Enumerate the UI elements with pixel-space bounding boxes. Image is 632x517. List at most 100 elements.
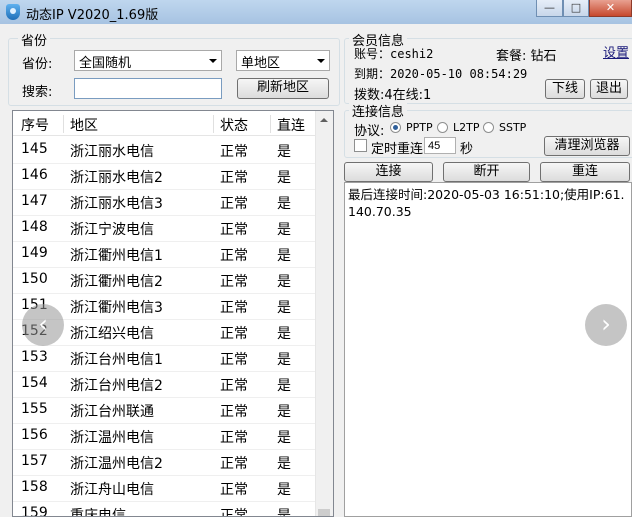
row-index: 159 <box>21 505 48 517</box>
title-bar: 动态IP V2020_1.69版 — □ ✕ <box>0 0 632 24</box>
row-region: 浙江绍兴电信 <box>70 326 154 342</box>
row-index: 153 <box>21 349 48 365</box>
province-group-title: 省份 <box>18 30 51 49</box>
list-header: 序号 地区 状态 直连 <box>13 111 317 136</box>
row-status: 正常 <box>220 170 248 186</box>
row-region: 浙江衢州电信2 <box>70 274 163 290</box>
region-mode-select[interactable]: 单地区 <box>236 50 330 71</box>
expiry-text: 到期：2020-05-10 08:54:29 <box>354 67 528 81</box>
column-header-index[interactable]: 序号 <box>21 115 49 135</box>
timer-reconnect-checkbox[interactable] <box>354 139 367 152</box>
row-status: 正常 <box>220 456 248 472</box>
table-row[interactable]: 156 浙江温州电信 正常 是 <box>13 423 317 450</box>
row-status: 正常 <box>220 404 248 420</box>
row-direct: 是 <box>277 144 291 160</box>
table-row[interactable]: 155 浙江台州联通 正常 是 <box>13 397 317 424</box>
row-region: 浙江温州电信2 <box>70 456 163 472</box>
connection-group-title: 连接信息 <box>349 101 408 120</box>
row-region: 浙江台州电信2 <box>70 378 163 394</box>
radio-l2tp[interactable] <box>437 122 448 133</box>
row-region: 重庆电信 <box>70 508 126 517</box>
chevron-down-icon <box>313 51 329 70</box>
row-index: 158 <box>21 479 48 495</box>
row-direct: 是 <box>277 456 291 472</box>
table-row[interactable]: 149 浙江衢州电信1 正常 是 <box>13 241 317 268</box>
row-status: 正常 <box>220 352 248 368</box>
row-index: 145 <box>21 141 48 157</box>
table-row[interactable]: 146 浙江丽水电信2 正常 是 <box>13 163 317 190</box>
row-index: 155 <box>21 401 48 417</box>
row-index: 157 <box>21 453 48 469</box>
chevron-left-icon: ‹ <box>38 310 48 338</box>
table-row[interactable]: 153 浙江台州电信1 正常 是 <box>13 345 317 372</box>
row-region: 浙江衢州电信3 <box>70 300 163 316</box>
table-row[interactable]: 148 浙江宁波电信 正常 是 <box>13 215 317 242</box>
exit-button[interactable]: 退出 <box>590 79 628 99</box>
row-direct: 是 <box>277 430 291 446</box>
row-status: 正常 <box>220 482 248 498</box>
column-header-direct[interactable]: 直连 <box>277 115 305 135</box>
clear-browser-button[interactable]: 清理浏览器 <box>544 136 630 156</box>
next-image-button[interactable]: › <box>585 304 627 346</box>
column-header-region[interactable]: 地区 <box>70 115 98 135</box>
disconnect-button[interactable]: 断开 <box>443 162 530 182</box>
table-row[interactable]: 145 浙江丽水电信 正常 是 <box>13 137 317 164</box>
chevron-right-icon: › <box>601 310 611 338</box>
timer-seconds-input[interactable] <box>424 137 456 154</box>
row-region: 浙江丽水电信 <box>70 144 154 160</box>
row-direct: 是 <box>277 170 291 186</box>
row-region: 浙江台州联通 <box>70 404 154 420</box>
settings-link[interactable]: 设置 <box>603 42 629 61</box>
chevron-down-icon <box>205 51 221 70</box>
connection-log: 最后连接时间:2020-05-03 16:51:10;使用IP:61.140.7… <box>344 182 632 517</box>
row-direct: 是 <box>277 274 291 290</box>
radio-sstp[interactable] <box>483 122 494 133</box>
maximize-button[interactable]: □ <box>563 0 589 17</box>
minimize-button[interactable]: — <box>536 0 563 17</box>
province-select-value: 全国随机 <box>79 56 132 71</box>
row-direct: 是 <box>277 196 291 212</box>
table-row[interactable]: 154 浙江台州电信2 正常 是 <box>13 371 317 398</box>
row-status: 正常 <box>220 508 248 517</box>
list-scrollbar[interactable] <box>315 111 333 516</box>
timer-unit-label: 秒 <box>460 142 474 157</box>
row-status: 正常 <box>220 326 248 342</box>
radio-pptp[interactable] <box>390 122 401 133</box>
row-direct: 是 <box>277 326 291 342</box>
app-shield-icon <box>6 4 20 20</box>
row-index: 147 <box>21 193 48 209</box>
scrollbar-thumb[interactable] <box>318 509 330 516</box>
row-region: 浙江衢州电信1 <box>70 248 163 264</box>
connect-button[interactable]: 连接 <box>344 162 433 182</box>
row-index: 154 <box>21 375 48 391</box>
row-direct: 是 <box>277 508 291 517</box>
region-mode-value: 单地区 <box>241 56 281 71</box>
app-window: 动态IP V2020_1.69版 — □ ✕ 省份 省份: 全国随机 单地区 搜… <box>0 0 632 517</box>
row-region: 浙江宁波电信 <box>70 222 154 238</box>
row-index: 149 <box>21 245 48 261</box>
row-region: 浙江温州电信 <box>70 430 154 446</box>
reconnect-button[interactable]: 重连 <box>540 162 630 182</box>
scroll-up-arrow-icon[interactable] <box>320 118 328 122</box>
table-row[interactable]: 158 浙江舟山电信 正常 是 <box>13 475 317 502</box>
connection-log-text: 最后连接时间:2020-05-03 16:51:10;使用IP:61.140.7… <box>348 187 625 219</box>
row-index: 146 <box>21 167 48 183</box>
row-status: 正常 <box>220 196 248 212</box>
row-region: 浙江舟山电信 <box>70 482 154 498</box>
offline-button[interactable]: 下线 <box>545 79 585 99</box>
province-select[interactable]: 全国随机 <box>74 50 222 71</box>
table-row[interactable]: 147 浙江丽水电信3 正常 是 <box>13 189 317 216</box>
table-row[interactable]: 150 浙江衢州电信2 正常 是 <box>13 267 317 294</box>
refresh-region-button[interactable]: 刷新地区 <box>237 78 329 99</box>
close-button[interactable]: ✕ <box>589 0 632 17</box>
table-row[interactable]: 157 浙江温州电信2 正常 是 <box>13 449 317 476</box>
row-direct: 是 <box>277 248 291 264</box>
row-status: 正常 <box>220 144 248 160</box>
search-input[interactable] <box>74 78 222 99</box>
column-header-status[interactable]: 状态 <box>220 115 248 135</box>
protocol-sstp-label: SSTP <box>499 121 527 134</box>
table-row[interactable]: 159 重庆电信 正常 是 <box>13 501 317 517</box>
previous-image-button[interactable]: ‹ <box>22 304 64 346</box>
row-status: 正常 <box>220 274 248 290</box>
row-index: 156 <box>21 427 48 443</box>
